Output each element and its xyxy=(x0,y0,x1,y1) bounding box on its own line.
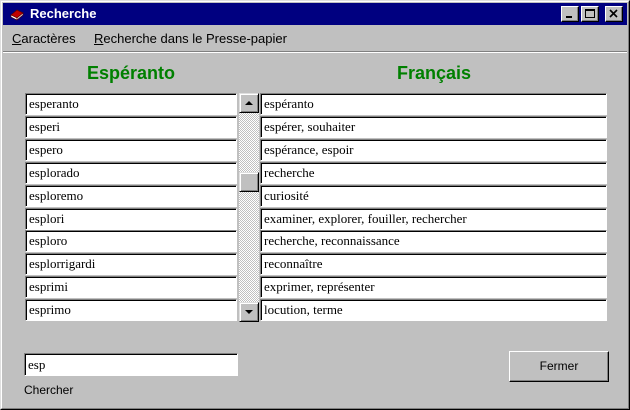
close-window-button[interactable] xyxy=(605,6,623,22)
esperanto-cell[interactable]: esploremo xyxy=(25,185,237,207)
francais-cell[interactable]: curiosité xyxy=(260,185,607,207)
francais-cell[interactable]: locution, terme xyxy=(260,299,607,321)
menu-recherche-presse-papier[interactable]: Recherche dans le Presse-papier xyxy=(94,31,287,47)
minimize-icon xyxy=(566,16,572,18)
menu-divider xyxy=(3,51,627,53)
search-window: Recherche Caractères Recherche dans le P… xyxy=(0,0,630,410)
arrow-down-icon xyxy=(245,310,253,314)
esperanto-cell[interactable]: esploro xyxy=(25,230,237,252)
esperanto-cell[interactable]: esprimo xyxy=(25,299,237,321)
francais-cell[interactable]: recherche xyxy=(260,162,607,184)
menu-bar: Caractères Recherche dans le Presse-papi… xyxy=(3,28,627,50)
red-book-icon xyxy=(10,9,24,21)
esperanto-cell[interactable]: esplorado xyxy=(25,162,237,184)
maximize-button[interactable] xyxy=(581,6,599,22)
minimize-button[interactable] xyxy=(561,6,579,22)
scroll-up-button[interactable] xyxy=(239,93,259,113)
esperanto-cell[interactable]: esplori xyxy=(25,208,237,230)
arrow-up-icon xyxy=(245,101,253,105)
search-label: Chercher xyxy=(24,383,74,397)
close-button[interactable]: Fermer xyxy=(509,351,609,382)
francais-cell[interactable]: espéranto xyxy=(260,93,607,115)
esperanto-cell[interactable]: esperanto xyxy=(25,93,237,115)
francais-cell[interactable]: examiner, explorer, fouiller, rechercher xyxy=(260,208,607,230)
esperanto-cell[interactable]: esplorrigardi xyxy=(25,253,237,275)
francais-cell[interactable]: espérer, souhaiter xyxy=(260,116,607,138)
esperanto-cell[interactable]: espero xyxy=(25,139,237,161)
francais-cell[interactable]: espérance, espoir xyxy=(260,139,607,161)
header-francais: Français xyxy=(396,63,472,83)
header-esperanto: Espéranto xyxy=(86,63,176,83)
esperanto-cell[interactable]: esperi xyxy=(25,116,237,138)
title-bar[interactable]: Recherche xyxy=(3,3,627,25)
results-scrollbar[interactable] xyxy=(239,93,259,322)
scroll-thumb[interactable] xyxy=(239,172,259,192)
maximize-icon xyxy=(585,9,595,18)
francais-cell[interactable]: reconnaître xyxy=(260,253,607,275)
esperanto-cell[interactable]: esprimi xyxy=(25,276,237,298)
menu-caracteres[interactable]: Caractères xyxy=(12,31,76,47)
francais-cell[interactable]: recherche, reconnaissance xyxy=(260,230,607,252)
francais-cell[interactable]: exprimer, représenter xyxy=(260,276,607,298)
search-input[interactable]: esp xyxy=(24,353,238,376)
scroll-down-button[interactable] xyxy=(239,302,259,322)
window-title: Recherche xyxy=(30,6,97,21)
close-icon xyxy=(609,9,618,18)
